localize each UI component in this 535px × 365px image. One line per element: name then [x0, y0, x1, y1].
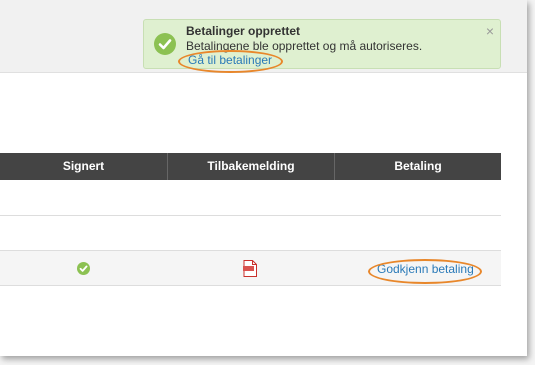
row-divider — [0, 215, 501, 216]
notification-message: Betalingene ble opprettet og må autorise… — [186, 39, 423, 53]
close-icon[interactable]: × — [486, 23, 494, 39]
success-notification: Betalinger opprettet Betalingene ble opp… — [143, 19, 501, 69]
column-header-signed[interactable]: Signert — [0, 153, 167, 180]
go-to-payments-link[interactable]: Gå til betalinger — [188, 53, 272, 67]
table-row: Godkjenn betaling — [0, 250, 501, 286]
check-circle-icon — [154, 33, 176, 55]
column-header-feedback[interactable]: Tilbakemelding — [167, 153, 334, 180]
column-header-payment[interactable]: Betaling — [334, 153, 501, 180]
page-header-area: Betalinger opprettet Betalingene ble opp… — [0, 0, 527, 73]
pdf-file-icon[interactable] — [243, 260, 257, 277]
table-header: Signert Tilbakemelding Betaling — [0, 153, 501, 180]
check-circle-icon — [77, 262, 90, 275]
window-frame: Betalinger opprettet Betalingene ble opp… — [0, 0, 527, 356]
approve-payment-link[interactable]: Godkjenn betaling — [377, 262, 474, 276]
notification-title: Betalinger opprettet — [186, 24, 301, 38]
